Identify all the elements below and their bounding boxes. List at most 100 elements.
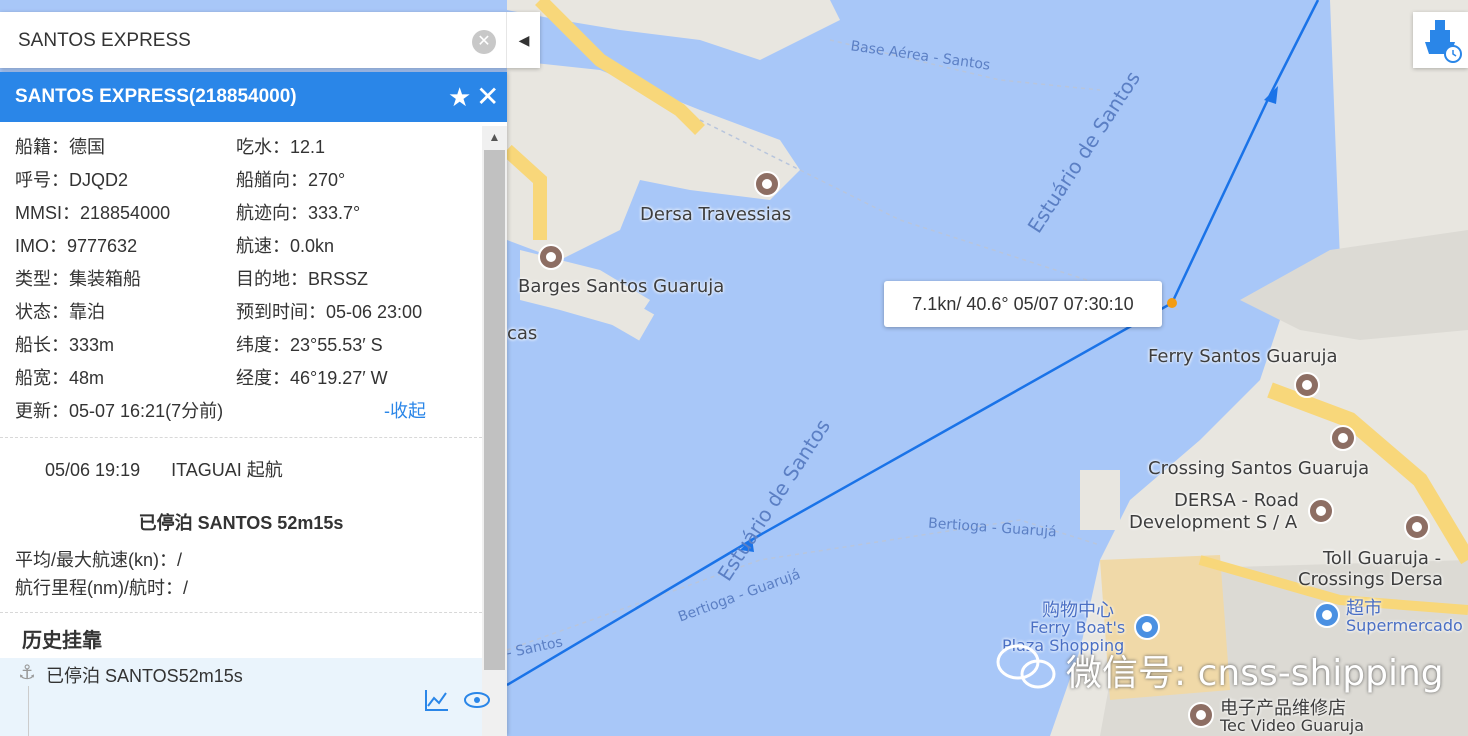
update-time: 更新：05-07 16:21(7分前) xyxy=(15,397,223,423)
info-right: 船艏向：270° xyxy=(236,166,345,192)
poi-supermarket-icon[interactable] xyxy=(1314,602,1340,628)
field-value: BRSSZ xyxy=(308,269,369,289)
field-label: 船宽： xyxy=(15,368,69,388)
label-dersa-travessias[interactable]: Dersa Travessias xyxy=(640,204,791,225)
poi-toll-icon[interactable] xyxy=(1404,514,1430,540)
clear-search-icon[interactable]: ✕ xyxy=(472,30,496,54)
avg-speed: 平均/最大航速(kn)：/ xyxy=(15,550,183,570)
field-label: MMSI： xyxy=(15,203,80,223)
field-label: 类型： xyxy=(15,269,69,289)
field-label: 经度： xyxy=(236,368,290,388)
history-item[interactable]: ⚓ 已停泊 SANTOS52m15s xyxy=(0,658,490,736)
field-label: 船艏向： xyxy=(236,170,308,190)
info-right: 经度：46°19.27′ W xyxy=(236,364,388,390)
label-ferry-boats-1[interactable]: Ferry Boat's xyxy=(1030,618,1125,637)
label-supermarket[interactable]: Supermercado xyxy=(1346,616,1463,635)
distance-duration: 航行里程(nm)/航时：/ xyxy=(15,578,188,598)
field-value: 333.7° xyxy=(308,203,361,223)
info-row: 船宽：48m 经度：46°19.27′ W xyxy=(15,361,475,394)
history-item-text: 已停泊 SANTOS52m15s xyxy=(46,666,243,686)
voyage-port: ITAGUAI 起航 xyxy=(171,460,283,480)
search-input[interactable] xyxy=(16,26,460,56)
label-dersa-road-2[interactable]: Development S / A xyxy=(1129,512,1297,533)
field-label: 船籍： xyxy=(15,137,69,157)
timeline-line xyxy=(28,686,29,736)
collapse-panel-button[interactable]: ◀ xyxy=(506,12,541,68)
info-left: 呼号：DJQD2 xyxy=(15,166,128,192)
ship-info-panel: SANTOS EXPRESS(218854000) ★ ✕ ▲ 船籍：德国 吃水：… xyxy=(0,72,507,736)
info-left: 类型：集装箱船 xyxy=(15,265,141,291)
info-left: 船长：333m xyxy=(15,331,114,357)
info-left: IMO：9777632 xyxy=(15,232,137,258)
poi-barges-icon[interactable] xyxy=(538,244,564,270)
field-value: 05-07 16:21(7分前) xyxy=(69,401,224,421)
info-right: 航速：0.0kn xyxy=(236,232,334,258)
voyage-status: 已停泊 SANTOS 52m15s xyxy=(138,513,344,533)
field-value: 05-06 23:00 xyxy=(326,302,423,322)
field-value: 0.0kn xyxy=(290,236,335,256)
voyage-time: 05/06 19:19 xyxy=(45,460,141,480)
field-label: 状态： xyxy=(15,302,69,322)
scroll-thumb[interactable] xyxy=(484,150,505,670)
field-value: 集装箱船 xyxy=(69,269,141,289)
field-value: 23°55.53′ S xyxy=(290,335,383,355)
field-label: 目的地： xyxy=(236,269,308,289)
field-label: IMO： xyxy=(15,236,67,256)
field-value: 德国 xyxy=(69,137,105,157)
field-value: 270° xyxy=(308,170,346,190)
field-value: 218854000 xyxy=(80,203,171,223)
info-left: MMSI：218854000 xyxy=(15,199,170,225)
field-value: 48m xyxy=(69,368,105,388)
eye-icon[interactable] xyxy=(464,690,490,710)
ship-title: SANTOS EXPRESS(218854000) xyxy=(15,86,297,107)
label-toll-2[interactable]: Crossings Dersa xyxy=(1298,569,1443,590)
scroll-up-icon[interactable]: ▲ xyxy=(482,126,507,148)
field-label: 预到时间： xyxy=(236,302,326,322)
history-title: 历史挂靠 xyxy=(22,630,102,652)
poi-shopping-icon[interactable] xyxy=(1134,614,1160,640)
field-label: 纬度： xyxy=(236,335,290,355)
label-tec-video[interactable]: Tec Video Guaruja xyxy=(1220,716,1364,735)
ship-history-button[interactable] xyxy=(1413,12,1468,68)
field-value: 12.1 xyxy=(290,137,326,157)
field-value: 333m xyxy=(69,335,115,355)
label-barges[interactable]: Barges Santos Guaruja xyxy=(518,276,724,297)
label-dersa-road-1[interactable]: DERSA - Road xyxy=(1174,490,1299,511)
info-right: 目的地：BRSSZ xyxy=(236,265,368,291)
field-value: 46°19.27′ W xyxy=(290,368,388,388)
label-crossing[interactable]: Crossing Santos Guaruja xyxy=(1148,458,1369,479)
chart-icon[interactable] xyxy=(424,688,450,712)
label-toll-1[interactable]: Toll Guaruja - xyxy=(1323,548,1441,569)
field-label: 航速： xyxy=(236,236,290,256)
collapse-link[interactable]: -收起 xyxy=(384,397,426,423)
watermark-text: 微信号: cnss-shipping xyxy=(1066,653,1444,694)
poi-ferry-santos-icon[interactable] xyxy=(1294,372,1320,398)
field-label: 船长： xyxy=(15,335,69,355)
info-left: 船宽：48m xyxy=(15,364,104,390)
close-icon[interactable]: ✕ xyxy=(476,80,499,113)
poi-dersa-road-icon[interactable] xyxy=(1308,498,1334,524)
poi-dersa-travessias-icon[interactable] xyxy=(754,171,780,197)
info-right: 预到时间：05-06 23:00 xyxy=(236,298,422,324)
info-row: 船籍：德国 吃水：12.1 xyxy=(15,130,475,163)
star-icon[interactable]: ★ xyxy=(448,82,471,113)
label-cas: cas xyxy=(507,323,538,344)
label-ferry-santos[interactable]: Ferry Santos Guaruja xyxy=(1148,346,1338,367)
info-row: MMSI：218854000 航迹向：333.7° xyxy=(15,196,475,229)
anchor-icon: ⚓ xyxy=(18,662,36,684)
scrollbar[interactable]: ▲ xyxy=(482,126,507,736)
info-right: 航迹向：333.7° xyxy=(236,199,360,225)
ship-clock-icon xyxy=(1425,20,1462,63)
info-row: 类型：集装箱船 目的地：BRSSZ xyxy=(15,262,475,295)
info-row: 状态：靠泊 预到时间：05-06 23:00 xyxy=(15,295,475,328)
poi-repair-icon[interactable] xyxy=(1188,702,1214,728)
field-label: 呼号： xyxy=(15,170,69,190)
info-right: 吃水：12.1 xyxy=(236,133,325,159)
info-row: 呼号：DJQD2 船艏向：270° xyxy=(15,163,475,196)
poi-crossing-icon[interactable] xyxy=(1330,425,1356,451)
voyage-departure: 05/06 19:19 ITAGUAI 起航 xyxy=(45,456,283,482)
divider xyxy=(0,612,482,613)
info-left: 船籍：德国 xyxy=(15,133,105,159)
field-label: 吃水： xyxy=(236,137,290,157)
field-label: 航迹向： xyxy=(236,203,308,223)
